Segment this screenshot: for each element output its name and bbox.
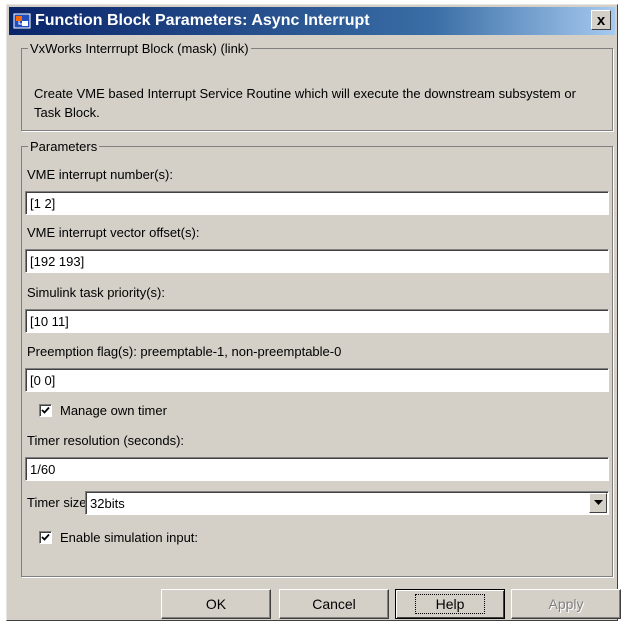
manage-timer-row[interactable]: Manage own timer [39, 403, 167, 418]
help-button[interactable]: Help [395, 589, 505, 619]
enable-sim-row[interactable]: Enable simulation input: [39, 530, 198, 545]
chevron-down-icon [593, 500, 603, 505]
parameters-legend: Parameters [30, 139, 98, 154]
mask-legend: VxWorks Interrrupt Block (mask) (link) [30, 41, 249, 56]
task-priority-input[interactable] [25, 309, 609, 333]
close-button[interactable]: x [591, 10, 611, 30]
mask-description-group: VxWorks Interrrupt Block (mask) (link) C… [21, 41, 613, 131]
manage-timer-label: Manage own timer [60, 403, 167, 418]
check-icon [41, 533, 50, 541]
ok-label: OK [205, 596, 227, 612]
preemption-flag-label: Preemption flag(s): preemptable-1, non-p… [27, 344, 342, 359]
mask-description: Create VME based Interrupt Service Routi… [34, 86, 576, 120]
simulink-block-icon [13, 12, 31, 30]
timer-resolution-input[interactable] [25, 457, 609, 481]
enable-sim-checkbox[interactable] [39, 531, 52, 544]
dropdown-button[interactable] [589, 493, 607, 513]
timer-size-label: Timer size [27, 495, 87, 510]
dialog-window: Function Block Parameters: Async Interru… [6, 4, 621, 621]
timer-resolution-label: Timer resolution (seconds): [27, 433, 185, 448]
apply-label: Apply [548, 596, 584, 612]
cancel-button[interactable]: Cancel [279, 589, 389, 619]
window-title: Function Block Parameters: Async Interru… [35, 12, 370, 29]
vector-offset-label: VME interrupt vector offset(s): [27, 225, 200, 240]
check-icon [41, 406, 50, 414]
interrupt-number-input[interactable] [25, 191, 609, 215]
enable-sim-label: Enable simulation input: [60, 530, 199, 545]
interrupt-number-label: VME interrupt number(s): [27, 167, 173, 182]
apply-button[interactable]: Apply [511, 589, 621, 619]
title-bar[interactable]: Function Block Parameters: Async Interru… [9, 7, 615, 35]
manage-timer-checkbox[interactable] [39, 404, 52, 417]
help-label: Help [414, 594, 486, 614]
cancel-label: Cancel [312, 596, 356, 612]
vector-offset-input[interactable] [25, 249, 609, 273]
timer-size-dropdown[interactable]: 32bits [85, 491, 609, 515]
timer-size-value: 32bits [90, 495, 125, 511]
close-icon: x [596, 11, 606, 29]
ok-button[interactable]: OK [161, 589, 271, 619]
preemption-flag-input[interactable] [25, 368, 609, 392]
task-priority-label: Simulink task priority(s): [27, 285, 165, 300]
